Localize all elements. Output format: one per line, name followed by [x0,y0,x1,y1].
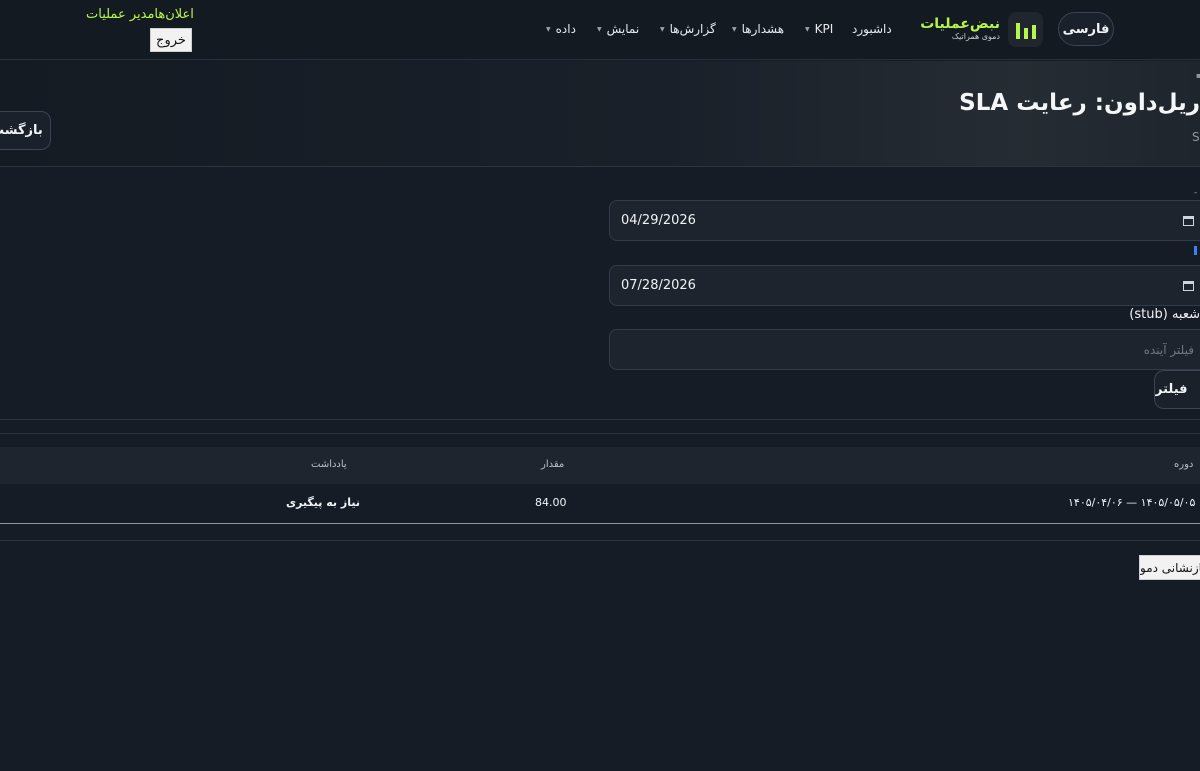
chevron-down-icon: ▼ [732,25,737,33]
back-button[interactable]: بازگشت [0,111,51,150]
cell-value: 84.00 [535,496,567,509]
nav-item-label: داشبورد [852,22,892,36]
nav-item-dashboard[interactable]: داشبورد [852,20,892,38]
top-navbar: فارسی نبض‌عملیات دموی همراتیک داشبورد KP… [0,0,1200,60]
table-row-border [0,523,1200,524]
nav-item-label: نمایش [606,22,640,36]
calendar-icon[interactable] [1183,215,1194,226]
reset-demo-button[interactable]: بازنشانی دمو [1139,555,1200,580]
divider [0,540,1200,541]
brand-subtitle: دموی همراتیک [951,32,1000,41]
start-date-label-fragment: ‐ [1194,188,1198,198]
nav-item-label: گزارش‌ها [669,22,716,36]
end-date-value: 07/28/2026 [621,278,696,293]
nav-item-display[interactable]: نمایش ▼ [597,20,639,38]
column-header-value: مقدار [541,459,565,470]
brand-name[interactable]: نبض‌عملیات [910,16,1000,32]
branch-filter-label: شعبه (stub) [1129,307,1200,322]
nav-item-kpi[interactable]: KPI ▼ [805,20,833,38]
nav-item-label: هشدارها [741,22,785,36]
nav-item-data[interactable]: داده ▼ [546,20,576,38]
filter-button[interactable]: فیلتر [1154,370,1200,409]
divider [0,419,1200,420]
chevron-down-icon: ▼ [546,25,551,33]
nav-item-alerts[interactable]: هشدارها ▼ [732,20,784,38]
decorative-mark: ▪ [1196,71,1200,80]
bar-chart-icon[interactable] [1008,12,1043,47]
cell-note: نیاز به پیگیری [286,496,360,509]
chevron-down-icon: ▼ [805,25,810,33]
page-subtitle-fragment: S [1192,130,1200,144]
end-date-label-fragment [1194,246,1200,256]
table-top-border [0,433,1200,434]
column-header-note: یادداشت [311,459,347,470]
chevron-down-icon: ▼ [660,25,665,33]
nav-item-reports[interactable]: گزارش‌ها ▼ [660,20,716,38]
branch-filter-input[interactable] [609,329,1200,370]
column-header-period: دوره [1174,459,1194,470]
notifications-link[interactable]: اعلان‌هامدیر عملیات [86,7,194,23]
nav-item-label: داده [555,22,576,36]
table-header: دوره مقدار یادداشت [0,447,1200,484]
cell-period: ۱۴۰۵/۰۴/۰۶ — ۱۴۰۵/۰۵/۰۵ [1068,496,1196,509]
start-date-input[interactable]: 04/29/2026 [609,200,1200,241]
nav-item-label: KPI [814,22,834,36]
logout-button[interactable]: خروج [150,28,192,52]
chevron-down-icon: ▼ [597,25,602,33]
end-date-input[interactable]: 07/28/2026 [609,265,1200,306]
page-title: ریل‌داون: رعایت SLA [959,90,1200,116]
language-switch-button[interactable]: فارسی [1058,12,1114,46]
calendar-icon[interactable] [1183,280,1194,291]
start-date-value: 04/29/2026 [621,213,696,228]
